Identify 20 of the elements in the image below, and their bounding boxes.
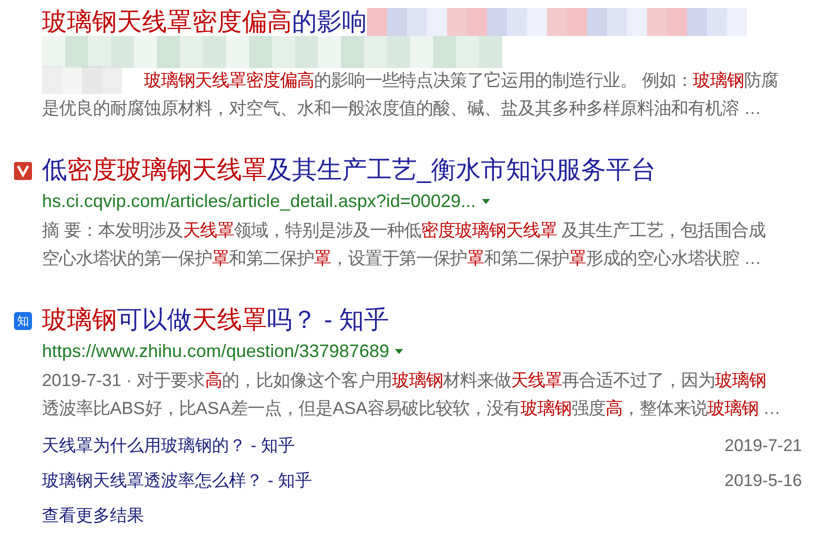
result-url-link[interactable]: hs.ci.cqvip.com/articles/article_detail.aspx?id=00029...	[42, 188, 476, 214]
result-title-link[interactable]: 玻璃钢天线罩密度偏高的影响	[42, 6, 367, 38]
site-logo-icon	[14, 162, 32, 180]
more-results-link[interactable]: 查看更多结果	[42, 502, 144, 528]
result-snippet-line: 是优良的耐腐蚀原材料，对空气、水和一般浓度值的酸、碱、盐及其多种多样原料油和有机溶 …	[42, 96, 762, 120]
result-url-link[interactable]: https://www.zhihu.com/question/337987689	[42, 338, 390, 364]
related-question-date: 2019-7-21	[724, 434, 802, 457]
result-snippet-line: 玻璃钢天线罩密度偏高的影响一些特点决策了它运用的制造行业。 例如：玻璃钢防腐	[144, 68, 778, 92]
result-snippet-line: 空心水塔状的第一保护罩和第二保护罩，设置于第一保护罩和第二保护罩形成的空心水塔状腔 …	[42, 246, 762, 270]
related-question-link[interactable]: 天线罩为什么用玻璃钢的？ - 知乎	[42, 432, 296, 458]
result-title-link[interactable]: 玻璃钢可以做天线罩吗？ - 知乎	[42, 304, 390, 336]
dropdown-caret-icon	[395, 348, 404, 354]
related-question-link[interactable]: 玻璃钢天线罩透波率怎么样？ - 知乎	[42, 468, 312, 494]
result-snippet-line: 透波率比ABS好，比ASA差一点，但是ASA容易破比较软，没有玻璃钢强度高，整体来说玻璃钢 …	[42, 396, 781, 420]
result-snippet-line: 摘 要：本发明涉及天线罩领域，特别是涉及一种低密度玻璃钢天线罩 及其生产工艺，包括围合成	[42, 218, 766, 242]
result-snippet-line: 2019-7-31 · 对于要求高的，比如像这个客户用玻璃钢材料来做天线罩再合适不过了，因为玻璃钢	[42, 368, 766, 392]
result-title-link[interactable]: 低密度玻璃钢天线罩及其生产工艺_衡水市知识服务平台	[42, 154, 656, 186]
related-question-date: 2019-5-16	[724, 470, 802, 492]
dropdown-caret-icon	[482, 198, 490, 204]
site-logo-icon: 知	[14, 312, 32, 330]
